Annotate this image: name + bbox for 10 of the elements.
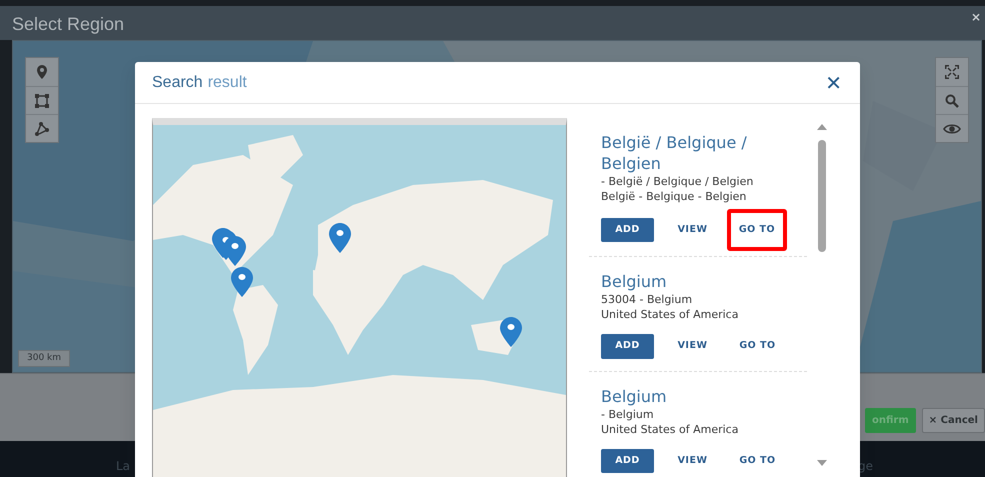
close-button[interactable]: × xyxy=(970,11,981,23)
result-title[interactable]: Belgium xyxy=(601,386,807,406)
cancel-button[interactable]: × Cancel xyxy=(922,408,985,433)
result-detail: United States of America xyxy=(601,422,740,436)
add-button[interactable]: ADD xyxy=(601,448,654,473)
link-button[interactable]: VIEW xyxy=(666,448,719,473)
window-title: Select Region xyxy=(12,13,124,36)
link-button[interactable]: GO TO xyxy=(731,448,784,473)
result-detail: - Belgium xyxy=(601,406,655,422)
scroll-down-icon[interactable] xyxy=(817,460,827,466)
